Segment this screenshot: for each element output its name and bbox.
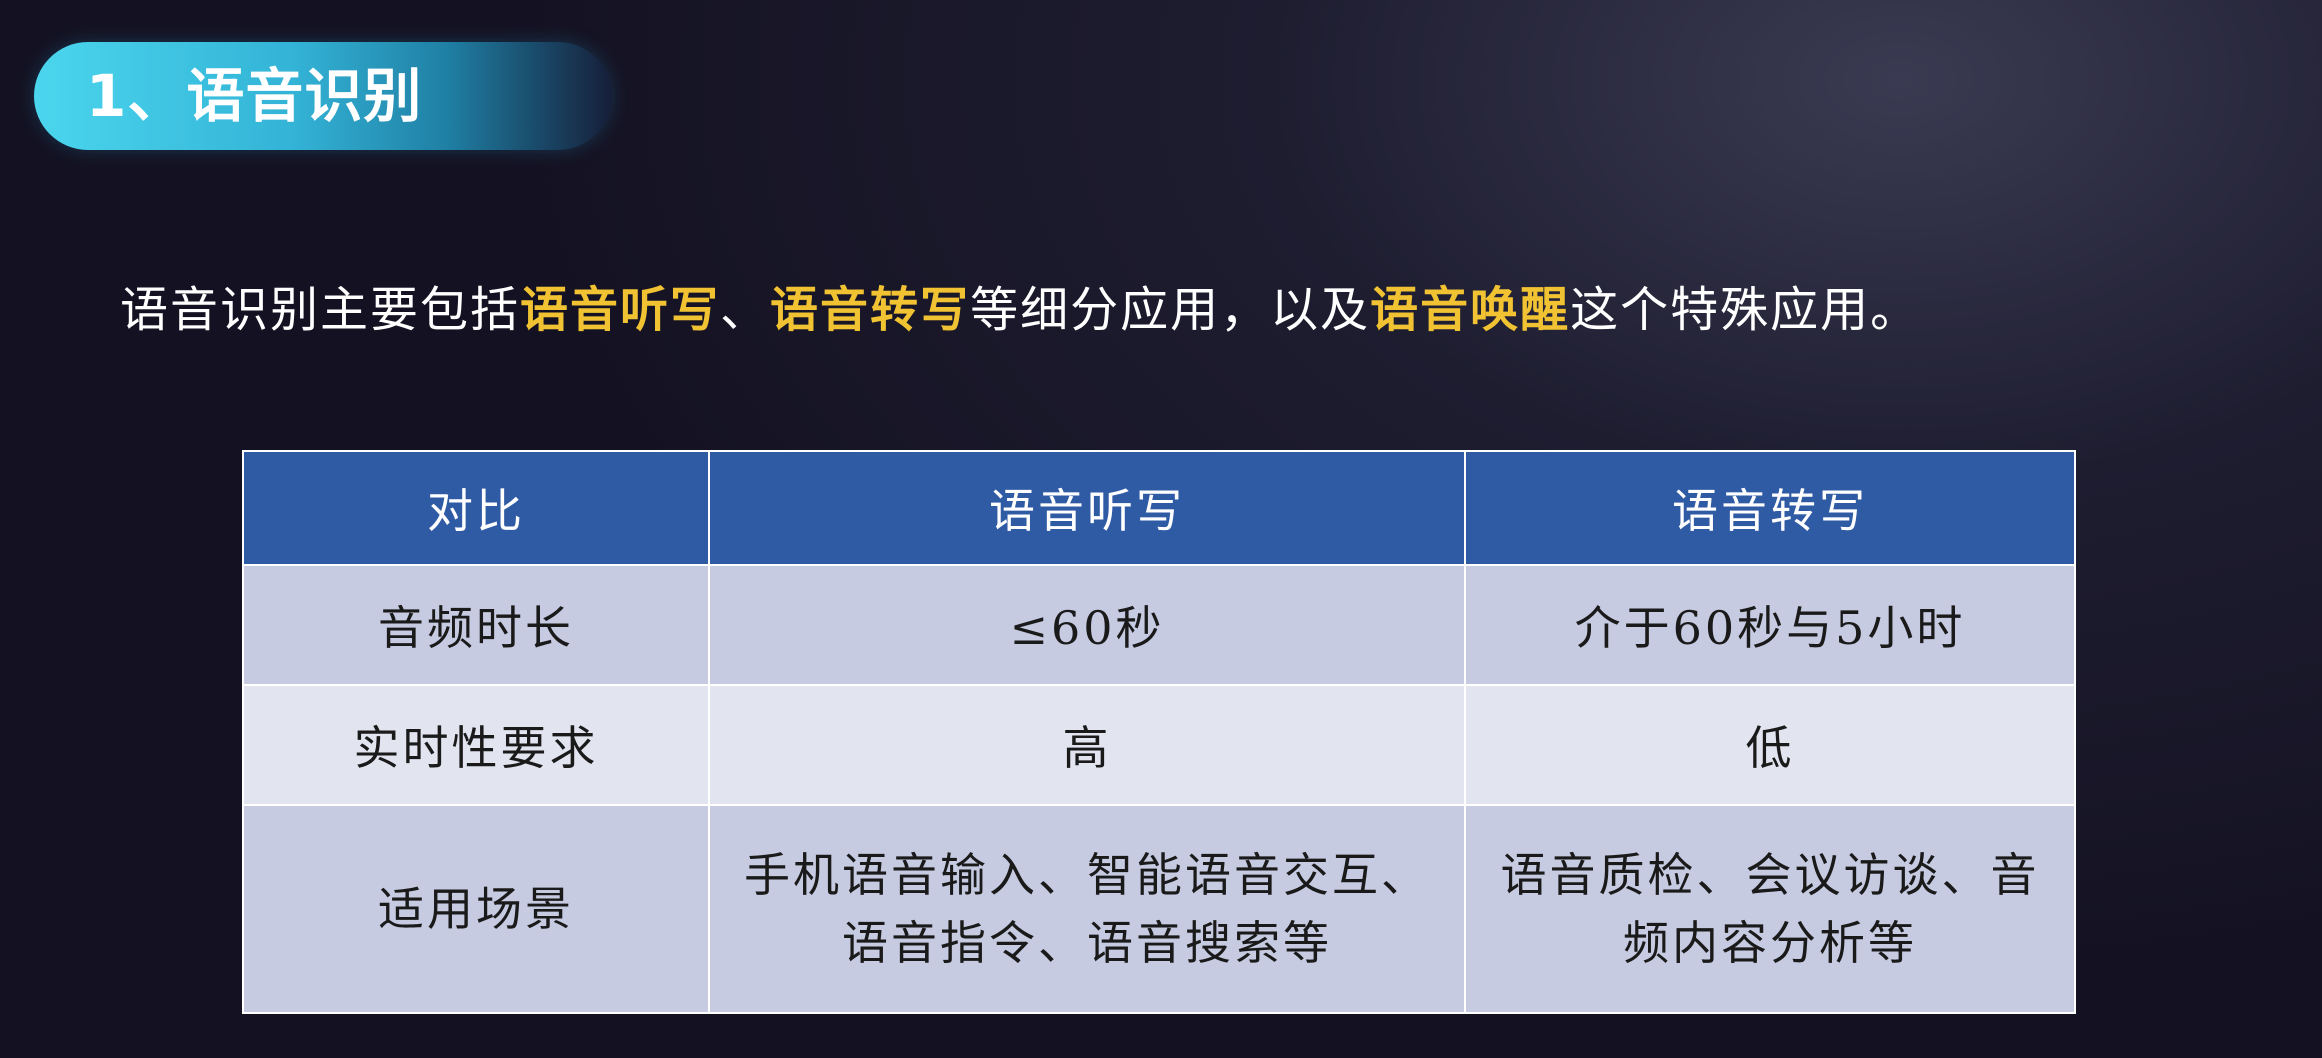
section-title: 1、语音识别	[86, 62, 423, 130]
header-transcription: 语音转写	[1464, 450, 2076, 566]
table-header-row: 对比 语音听写 语音转写	[242, 450, 2076, 566]
table-row: 实时性要求 高 低	[242, 684, 2076, 806]
cell-dictation-scenarios: 手机语音输入、智能语音交互、语音指令、语音搜索等	[708, 804, 1466, 1014]
cell-transcription-realtime: 低	[1464, 684, 2076, 806]
cell-dictation-realtime: 高	[708, 684, 1466, 806]
row-label-duration: 音频时长	[242, 564, 710, 686]
cell-transcription-scenarios: 语音质检、会议访谈、音频内容分析等	[1464, 804, 2076, 1014]
intro-text-1: 语音识别主要包括	[120, 282, 521, 338]
comparison-table: 对比 语音听写 语音转写 音频时长 ≤60秒 介于60秒与5小时 实时性要求 高…	[242, 450, 2076, 1014]
table-row: 音频时长 ≤60秒 介于60秒与5小时	[242, 564, 2076, 686]
intro-highlight-transcription: 语音转写	[770, 282, 971, 338]
intro-highlight-dictation: 语音听写	[520, 282, 721, 338]
intro-text-3: 等细分应用，以及	[970, 282, 1371, 338]
intro-text-4: 这个特殊应用。	[1570, 282, 1921, 338]
header-compare: 对比	[242, 450, 710, 566]
row-label-realtime: 实时性要求	[242, 684, 710, 806]
cell-transcription-duration: 介于60秒与5小时	[1464, 564, 2076, 686]
cell-dictation-duration: ≤60秒	[708, 564, 1466, 686]
intro-text-2: 、	[720, 282, 771, 338]
section-title-banner: 1、语音识别	[34, 42, 612, 150]
header-dictation: 语音听写	[708, 450, 1466, 566]
row-label-scenarios: 适用场景	[242, 804, 710, 1014]
intro-paragraph: 语音识别主要包括语音听写、语音转写等细分应用，以及语音唤醒这个特殊应用。	[120, 270, 1920, 350]
intro-highlight-wakeup: 语音唤醒	[1370, 282, 1571, 338]
table-row: 适用场景 手机语音输入、智能语音交互、语音指令、语音搜索等 语音质检、会议访谈、…	[242, 804, 2076, 1014]
